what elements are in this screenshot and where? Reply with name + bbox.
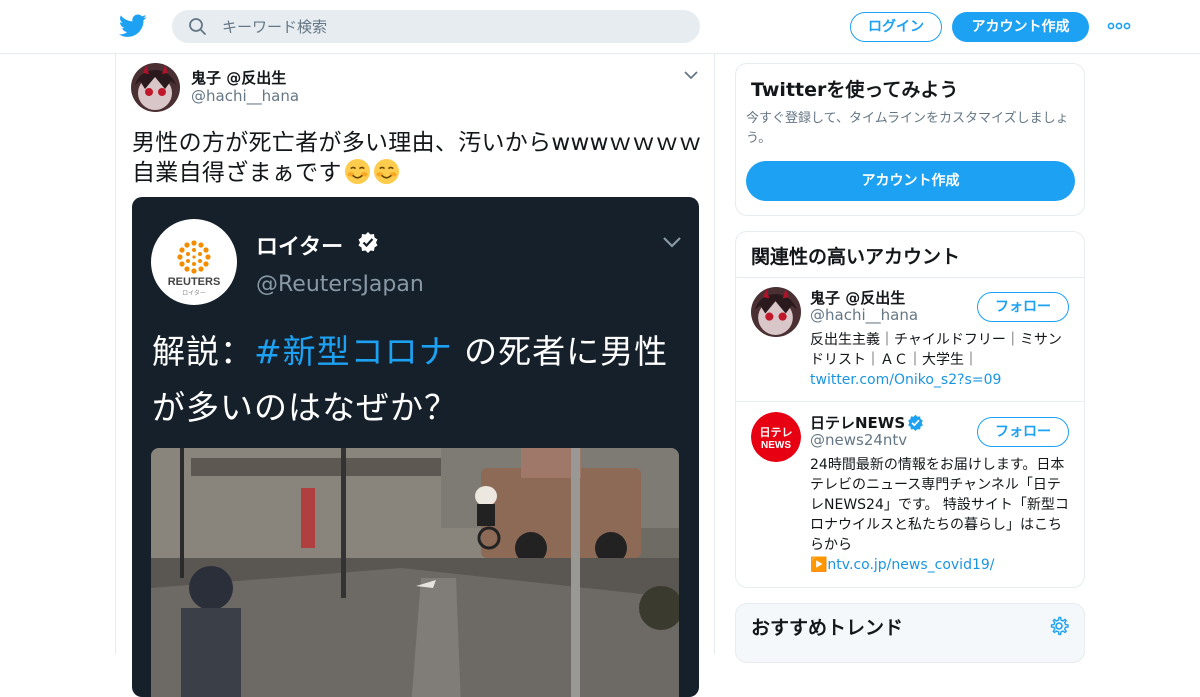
- bio-text: 24時間最新の情報をお届けします。日本テレビのニュース専門チャンネル「日テレNE…: [810, 457, 1069, 553]
- follow-button[interactable]: フォロー: [977, 292, 1069, 322]
- tweet-text: 男性の方が死亡者が多い理由、汚いからwwwｗｗｗｗ 自業自得ざまぁです: [132, 128, 702, 188]
- tweet-media-image[interactable]: REUTERS ロイター ロイター @ReutersJapan 解説：#新型コロ…: [132, 197, 699, 697]
- related-account-avatar[interactable]: [751, 287, 801, 337]
- smiling-face-icon: [344, 158, 370, 185]
- signup-card-description: 今すぐ登録して、タイムラインをカスタマイズしましょう。: [746, 111, 1069, 146]
- verified-badge-icon: [358, 232, 378, 253]
- signup-button[interactable]: アカウント作成: [952, 12, 1089, 42]
- trends-title: おすすめトレンド: [751, 617, 904, 639]
- login-button[interactable]: ログイン: [850, 12, 942, 42]
- trends-card: おすすめトレンド: [735, 603, 1085, 663]
- ntv-logo-text-1: 日テレ: [760, 426, 793, 439]
- tweet-column: 鬼子 @反出生 @hachi__hana 男性の方が死亡者が多い理由、汚いからw…: [115, 54, 715, 697]
- embedded-account-handle: @ReutersJapan: [256, 272, 424, 297]
- gear-icon[interactable]: [1049, 616, 1069, 636]
- ntv-logo-text-2: NEWS: [761, 440, 791, 451]
- related-account-item[interactable]: 鬼子 @反出生 @hachi__hana フォロー 反出生主義｜チャイルドフリー…: [736, 277, 1084, 401]
- related-account-handle[interactable]: @hachi__hana: [810, 306, 918, 324]
- bio-link[interactable]: ▶️ntv.co.jp/news_covid19/: [810, 557, 995, 573]
- embedded-headline: 解説：#新型コロナ の死者に男性 が多いのはなぜか？: [152, 324, 682, 436]
- twitter-bird-icon[interactable]: [119, 13, 147, 39]
- headline-line-2: が多いのはなぜか？: [152, 388, 458, 427]
- related-account-avatar[interactable]: 日テレ NEWS: [751, 412, 801, 462]
- reuters-logo-mark: REUTERS ロイター: [168, 240, 221, 297]
- street-scene-image: [151, 448, 679, 697]
- follow-button[interactable]: フォロー: [977, 417, 1069, 447]
- reuters-logo-subtext: ロイター: [182, 289, 206, 297]
- author-name[interactable]: 鬼子 @反出生: [191, 67, 286, 88]
- headline-rest: の死者に男性: [452, 332, 669, 371]
- street-scene-photo: [151, 448, 679, 697]
- search-bar[interactable]: [172, 10, 700, 43]
- chevron-down-icon: [663, 237, 681, 248]
- related-accounts-card: 関連性の高いアカウント 鬼子 @反出生 @hachi__hana フォロー 反出…: [735, 231, 1085, 588]
- signup-card-button[interactable]: アカウント作成: [746, 161, 1075, 201]
- related-account-bio: 24時間最新の情報をお届けします。日本テレビのニュース専門チャンネル「日テレNE…: [810, 455, 1072, 575]
- avatar-image: [131, 63, 180, 112]
- smiling-face-icon: [373, 158, 399, 185]
- author-handle[interactable]: @hachi__hana: [191, 87, 299, 105]
- ntv-news-logo: 日テレ NEWS: [751, 412, 801, 462]
- reuters-logo-text: REUTERS: [168, 276, 221, 288]
- top-navigation-bar: ログイン アカウント作成: [0, 0, 1200, 54]
- tweet-text-line-2: 自業自得ざまぁです: [132, 158, 702, 188]
- search-icon: [189, 18, 206, 35]
- author-avatar[interactable]: [131, 63, 180, 112]
- signup-card-title: Twitterを使ってみよう: [751, 79, 959, 101]
- related-accounts-title: 関連性の高いアカウント: [751, 246, 961, 268]
- tweet-text-line-1: 男性の方が死亡者が多い理由、汚いからwwwｗｗｗｗ: [132, 130, 702, 156]
- bio-link[interactable]: twitter.com/Oniko_s2?s=09: [810, 372, 1001, 388]
- embedded-account-name: ロイター: [256, 235, 344, 260]
- search-input[interactable]: [222, 10, 682, 43]
- more-dots-icon[interactable]: [1107, 21, 1131, 31]
- tweet-text-line-2-text: 自業自得ざまぁです: [132, 160, 342, 186]
- headline-hashtag: #新型コロナ: [254, 332, 453, 371]
- bio-text: 反出生主義｜チャイルドフリー｜ミサンドリスト｜ＡＣ｜大学生｜: [810, 332, 1062, 368]
- headline-prefix: 解説：: [152, 332, 254, 371]
- verified-badge-icon: [908, 414, 923, 431]
- related-account-item[interactable]: 日テレ NEWS 日テレNEWS @news24ntv フォロー 24時間最新の…: [736, 402, 1084, 587]
- related-account-bio: 反出生主義｜チャイルドフリー｜ミサンドリスト｜ＡＣ｜大学生｜ twitter.co…: [810, 330, 1072, 390]
- chevron-down-icon[interactable]: [683, 69, 699, 81]
- related-account-name[interactable]: 日テレNEWS: [810, 412, 924, 433]
- reuters-logo: REUTERS ロイター: [151, 219, 237, 305]
- signup-card: Twitterを使ってみよう 今すぐ登録して、タイムラインをカスタマイズしましょ…: [735, 63, 1085, 216]
- related-account-handle[interactable]: @news24ntv: [810, 431, 907, 449]
- avatar-image: [751, 287, 801, 337]
- related-account-name[interactable]: 鬼子 @反出生: [810, 287, 905, 308]
- related-account-name-text: 日テレNEWS: [810, 414, 906, 432]
